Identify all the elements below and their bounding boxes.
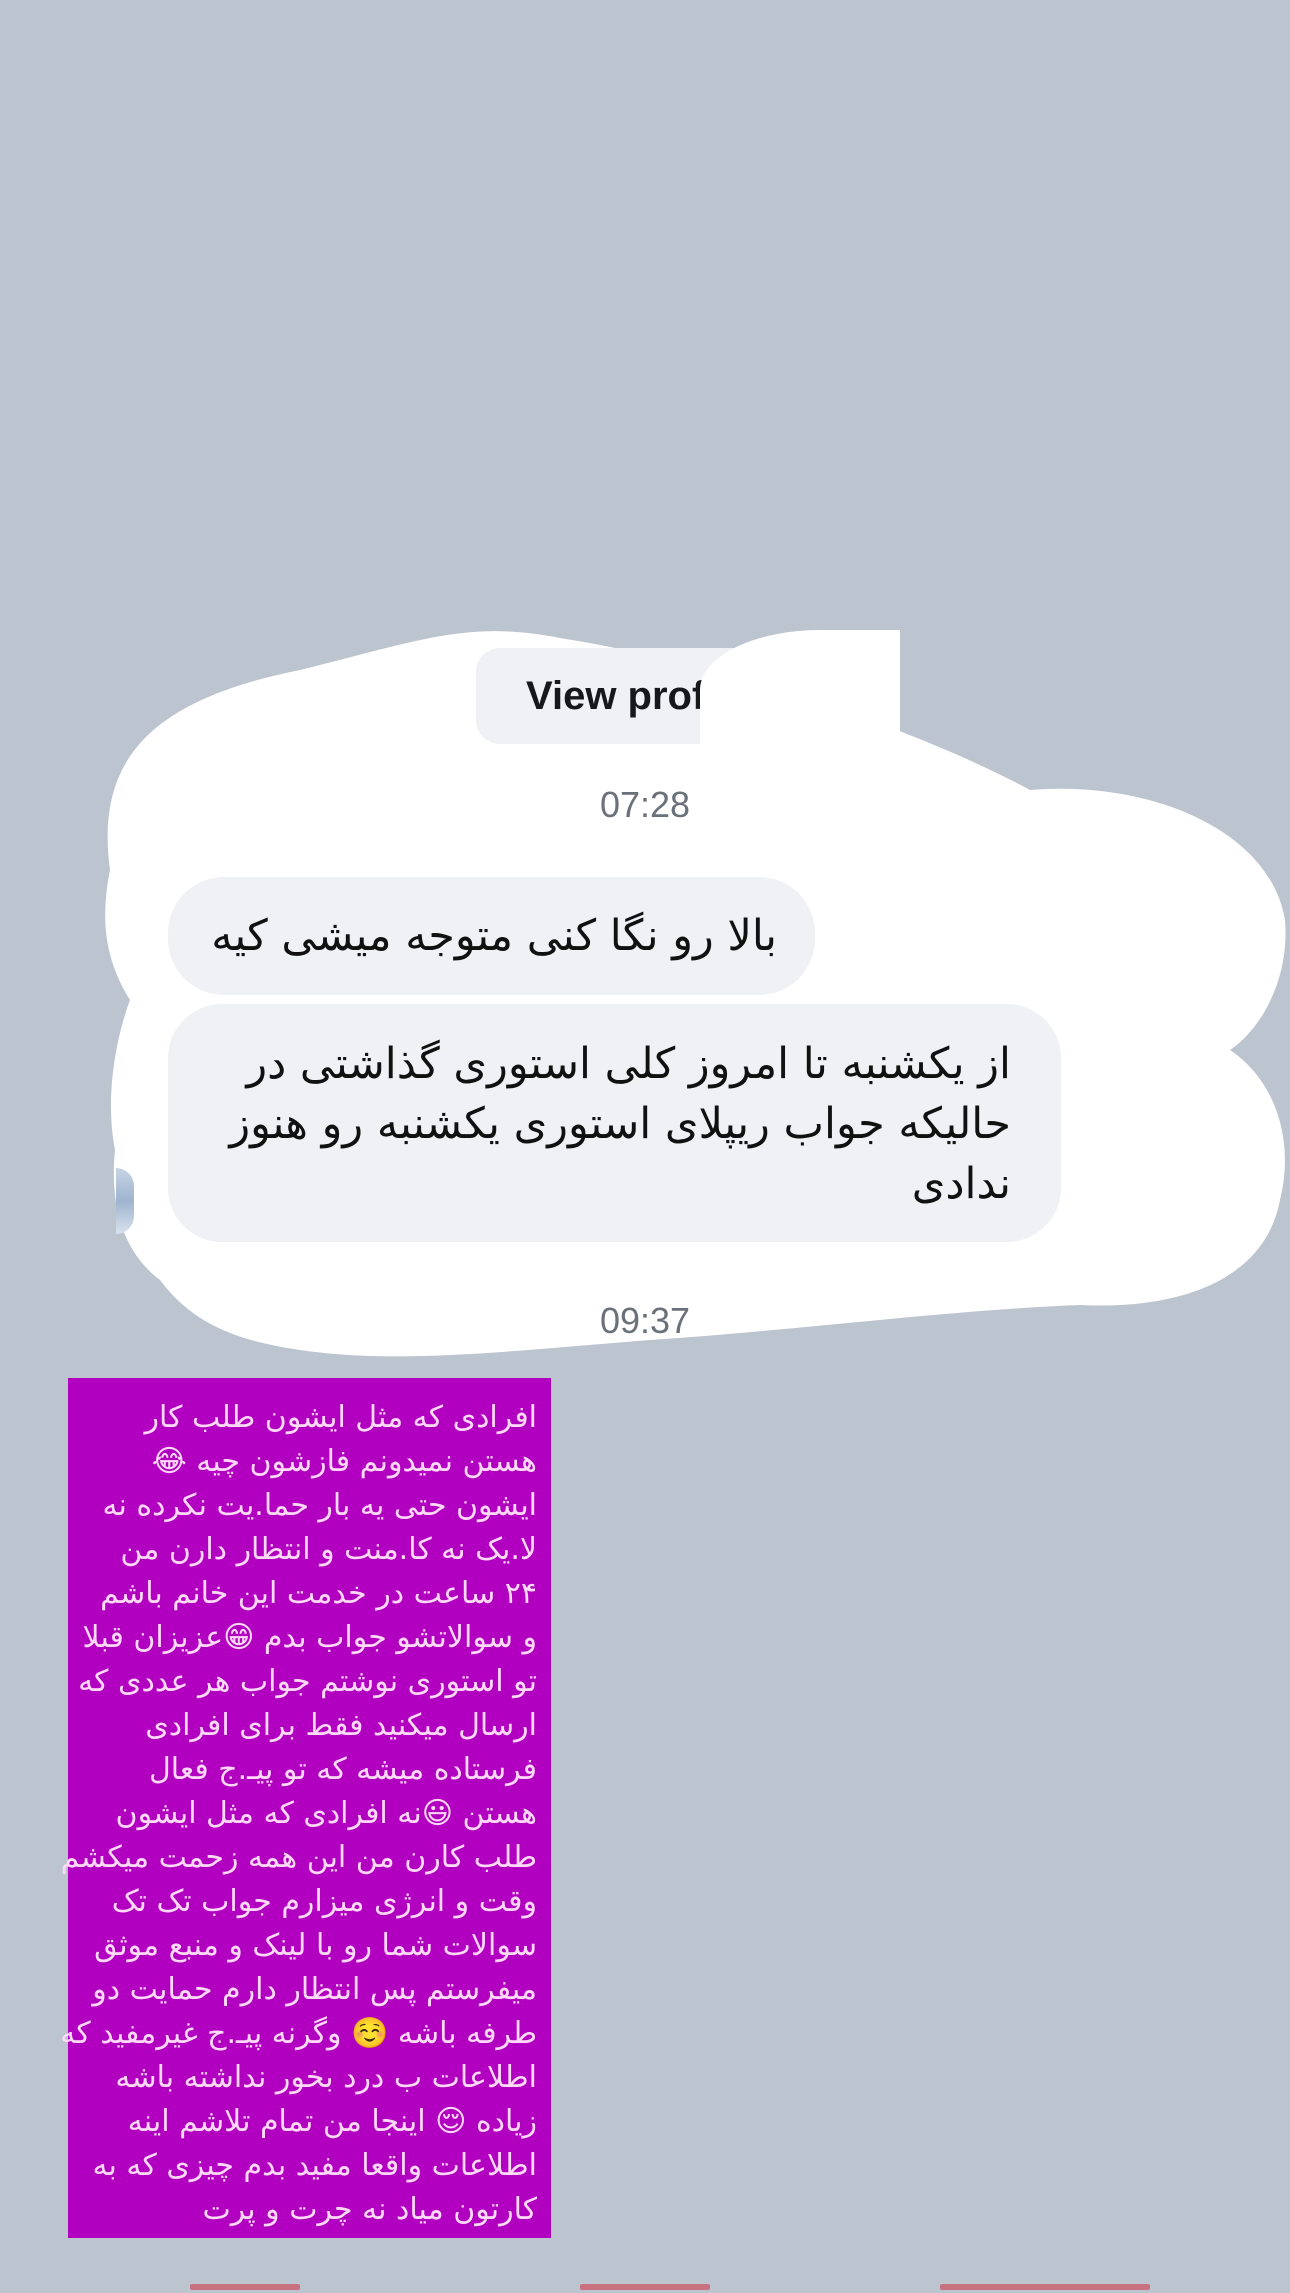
message-bubble[interactable]: بالا رو نگا کنی متوجه میشی کیه (168, 877, 815, 995)
message-bubble[interactable]: از یکشنبه تا امروز کلی استوری گذاشتی در … (168, 1004, 1061, 1242)
post-text-line: کارتون میاد نه چرت و پرت (202, 2192, 538, 2227)
post-text-line: طرفه باشه ☺️ وگرنه پیـ.ج غیرمفید که (60, 2016, 537, 2051)
post-text-line: وقت و انرژی میزارم جواب تک تک (111, 1884, 537, 1919)
cropped-bottom-strip (0, 2284, 1290, 2293)
post-text-line: فرستاده میشه که تو پیـ.ج فعال (148, 1752, 537, 1787)
post-text-line: لا.یک نه کا.منت و انتظار دارن من (120, 1532, 537, 1567)
message-text: از یکشنبه تا امروز کلی استوری گذاشتی در … (229, 1039, 1011, 1209)
post-text-line: و سوالاتشو جواب بدم 😁عزیزان قبلا (82, 1620, 537, 1655)
post-text-line: هستن 😃نه افرادی که مثل ایشون (115, 1796, 537, 1831)
message-timestamp: 09:37 (599, 1300, 691, 1341)
post-text-line: ۲۴ ساعت در خدمت این خانم باشم (100, 1576, 537, 1611)
post-text-line: افرادی که مثل ایشون طلب کار (144, 1400, 537, 1435)
post-text-line: طلب کارن من این همه زحمت میکشم (60, 1840, 537, 1875)
avatar[interactable] (116, 1168, 134, 1234)
post-text-line: میفرستم پس انتظار دارم حمایت دو (92, 1972, 537, 2007)
post-text-line: تو استوری نوشتم جواب هر عددی که (78, 1664, 537, 1699)
post-text-line: زیاده 😌 اینجا من تمام تلاشم اینه (127, 2104, 537, 2139)
message-text: بالا رو نگا کنی متوجه میشی کیه (211, 911, 777, 961)
post-text-line: ایشون حتی یه بار حما.یت نکرده نه (102, 1488, 537, 1523)
post-text-line: هستن نمیدونم فازشون چیه 😂 (151, 1444, 537, 1479)
post-text-line: اطلاعات واقعا مفید بدم چیزی که به (92, 2148, 537, 2183)
shared-post-card[interactable]: افرادی که مثل ایشون طلب کار هستن نمیدونم… (60, 1378, 551, 2238)
view-profile-label: View prof (526, 674, 706, 718)
message-timestamp: 07:28 (599, 784, 691, 825)
post-text-line: اطلاعات ب درد بخور نداشته باشه (115, 2060, 537, 2095)
post-text-line: سوالات شما رو با لینک و منبع موثق (94, 1928, 537, 1963)
post-text-line: ارسال میکنید فقط برای افرادی (145, 1708, 537, 1743)
